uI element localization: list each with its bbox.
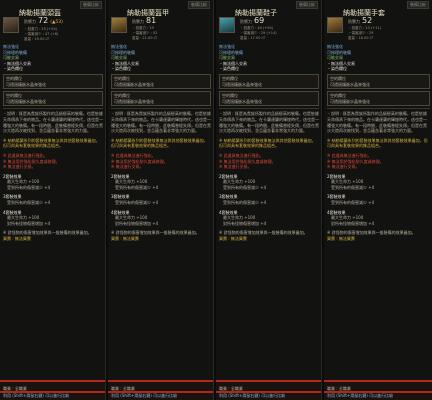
crystal-slot: 空的欄位 可透過鑲嵌水晶來強化 [327,73,430,90]
compare-badge[interactable]: 裝備比較 [296,1,318,9]
defense-value: 69 [254,16,265,25]
crystal-slot: 空的欄位 可透過鑲嵌水晶來強化 [219,73,319,90]
compare-hint: 利用 (Shift+滑鼠右鍵) 可以進行比較 [219,393,286,398]
item-stats: 防禦力 52 ・迴避力 : 23 (+11) ・傷害減少 : 29 重量 : 18… [348,16,430,41]
compare-hint: 利用 (Shift+滑鼠右鍵) 可以進行比較 [327,393,394,398]
owner-line: ・染色欄位 [3,66,23,72]
gloves-icon [327,17,343,33]
owner-line: ・染色欄位 [219,66,239,72]
item-stats: 防禦力 81 ・迴避力 : 29 ・傷害減少 : 52 重量 : 21.00 LT [132,16,211,41]
compare-badge[interactable]: 裝備比較 [407,1,429,9]
item-description: 無法強化 可修理的裝備 可能交易 ・無法個人交易 ・染色欄位 空的欄位 可透過鑲嵌… [327,44,430,242]
crystal-slot: 空的欄位 可透過鑲嵌水晶來強化 [327,91,430,107]
crystal-slot: 空的欄位 可透過鑲嵌水晶來強化 [219,91,319,107]
compare-hint: 利用 (Shift+滑鼠右鍵) 可以進行比較 [3,393,70,398]
armor-icon [111,17,127,33]
compare-hint: 利用 (Shift+滑鼠右鍵) 可以進行比較 [111,393,178,398]
set-notice: ※ 納勒揚蘭系列的套裝效果無法與其他套裝效果疊加，但可與具有套裝效果的飾品組合。 [111,137,208,149]
tooltip-compare-container: 裝備比較 納勒揚蘭頭盔 防禦力 72 (▲53) ・迴避力 : 25 (+54) ・… [0,0,432,400]
price-line: 買賣 : 無法買賣 [3,236,31,242]
crystal-slot: 空的欄位 可透過鑲嵌水晶來強化 [3,91,103,107]
defense-label: 防禦力 [348,19,360,24]
item-tooltip-armor: 裝備比較 納勒揚蘭盔甲 防禦力 81 ・迴避力 : 29 ・傷害減少 : 52 重… [108,0,214,400]
defense-value: 81 [146,16,157,25]
compare-badge[interactable]: 裝備比較 [188,1,210,9]
crystal-slot: 空的欄位 可透過鑲嵌水晶來強化 [111,91,211,107]
enhancement-badge: (▲53) [50,20,63,25]
price-line: 買賣 : 無法買賣 [111,236,139,242]
weight-stat: 重量 : 19.00 LT [24,37,50,41]
defense-label: 防禦力 [132,19,144,24]
lore-text: ・說明 : 既是為貴族所製作的品級極高的裝備，也是依據天命傳承下來的物品。在卡蘭… [3,111,103,134]
tooltip-footer: 職業 : 全職業 利用 (Shift+滑鼠右鍵) 可以進行比較 [216,380,321,400]
weight-stat: 重量 : 21.00 LT [132,36,158,40]
set-notice: ※ 納勒揚蘭系列的套裝效果無法與其他套裝效果疊加，但可與具有套裝效果的飾品組合。 [3,137,100,149]
weight-stat: 重量 : 18.00 LT [348,36,374,40]
lore-text: ・說明 : 既是為貴族所製作的品級極高的裝備，也是依據天命傳承下來的物品。在卡蘭… [219,111,319,134]
crystal-slot: 空的欄位 可透過鑲嵌水晶來強化 [3,73,103,90]
defense-label: 防禦力 [24,19,36,24]
boots-icon [219,17,235,33]
weight-stat: 重量 : 17.00 LT [240,36,266,40]
lore-text: ・說明 : 既是為貴族所製作的品級極高的裝備，也是依據天命傳承下來的物品。在卡蘭… [327,111,427,134]
item-description: 無法強化 可修理的裝備 可能交易 ・無法個人交易 ・染色欄位 空的欄位 可透過鑲嵌… [111,44,211,242]
item-description: 無法強化 可修理的裝備 可能交易 ・無法個人交易 ・染色欄位 空的欄位 可透過鑲嵌… [219,44,319,242]
defense-label: 防禦力 [240,19,252,24]
tooltip-footer: 職業 : 全職業 利用 (Shift+滑鼠右鍵) 可以進行比較 [108,380,213,400]
helmet-icon [3,17,19,33]
price-line: 買賣 : 無法買賣 [327,236,355,242]
item-stats: 防禦力 72 (▲53) ・迴避力 : 25 (+54) ・傷害減少 : 47 (+… [24,16,103,42]
item-tooltip-gloves: 裝備比較 納勒揚蘭手套 防禦力 52 ・迴避力 : 23 (+11) ・傷害減少 … [324,0,432,400]
owner-line: ・染色欄位 [327,66,347,72]
tooltip-footer: 職業 : 全職業 利用 (Shift+滑鼠右鍵) 可以進行比較 [324,380,432,400]
set-notice: ※ 納勒揚蘭系列的套裝效果無法與其他套裝效果疊加，但可與具有套裝效果的飾品組合。 [219,137,316,149]
tooltip-footer: 職業 : 全職業 利用 (Shift+滑鼠右鍵) 可以進行比較 [0,380,105,400]
defense-value: 52 [362,16,373,25]
compare-badge[interactable]: 裝備比較 [80,1,102,9]
price-line: 買賣 : 無法買賣 [219,236,247,242]
defense-value: 72 [38,16,49,25]
set-notice: ※ 納勒揚蘭系列的套裝效果無法與其他套裝效果疊加，但可與具有套裝效果的飾品組合。 [327,137,428,149]
item-tooltip-boots: 裝備比較 納勒揚蘭鞋子 防禦力 69 ・迴避力 : 40 (+94) ・傷害減少 … [216,0,322,400]
lore-text: ・說明 : 既是為貴族所製作的品級極高的裝備，也是依據天命傳承下來的物品。在卡蘭… [111,111,211,134]
item-description: 無法強化 可修理的裝備 可能交易 ・無法個人交易 ・染色欄位 空的欄位 可透過鑲嵌… [3,44,103,242]
crystal-slot: 空的欄位 可透過鑲嵌水晶來強化 [111,73,211,90]
item-tooltip-helmet: 裝備比較 納勒揚蘭頭盔 防禦力 72 (▲53) ・迴避力 : 25 (+54) ・… [0,0,106,400]
item-stats: 防禦力 69 ・迴避力 : 40 (+94) ・傷害減少 : 29 (+14) 重… [240,16,319,41]
owner-line: ・染色欄位 [111,66,131,72]
